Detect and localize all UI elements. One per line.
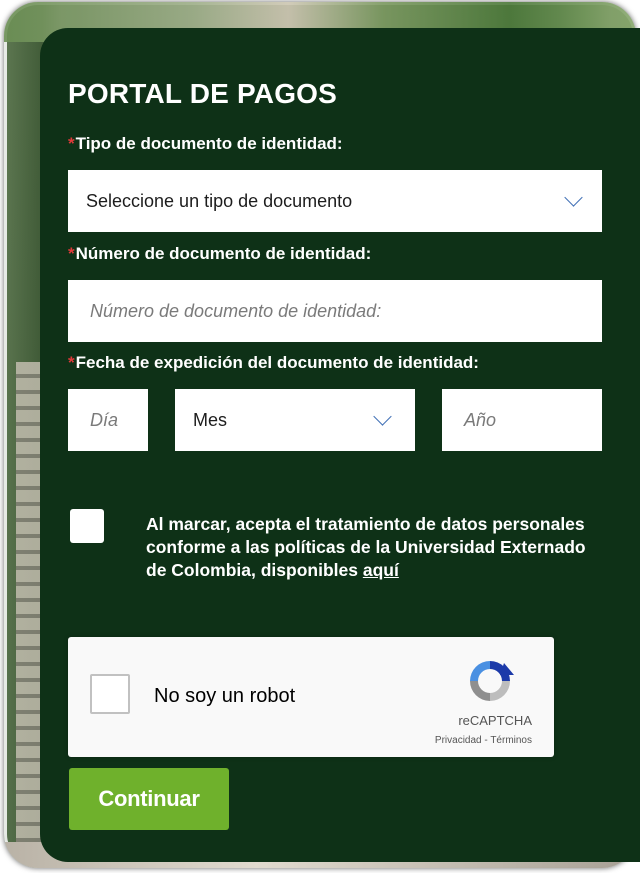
required-mark: * bbox=[68, 353, 75, 372]
consent-link[interactable]: aquí bbox=[363, 560, 399, 580]
doc-number-placeholder: Número de documento de identidad: bbox=[90, 300, 382, 321]
doc-type-label-text: Tipo de documento de identidad: bbox=[75, 134, 343, 153]
issue-date-label-text: Fecha de expedición del documento de ide… bbox=[75, 353, 479, 372]
required-mark: * bbox=[68, 244, 75, 263]
continue-button[interactable]: Continuar bbox=[69, 768, 229, 830]
doc-type-selected: Seleccione un tipo de documento bbox=[86, 190, 353, 211]
month-selected: Mes bbox=[193, 409, 228, 430]
recaptcha-brand: reCAPTCHA bbox=[458, 713, 532, 728]
day-input[interactable]: Día bbox=[68, 389, 148, 451]
recaptcha-widget: No soy un robot reCAPTCHA Privacidad - T… bbox=[68, 637, 554, 757]
doc-number-input[interactable]: Número de documento de identidad: bbox=[68, 280, 602, 342]
page-title: PORTAL DE PAGOS bbox=[68, 78, 338, 109]
issue-date-label: *Fecha de expedición del documento de id… bbox=[68, 353, 479, 373]
chevron-down-icon bbox=[373, 407, 392, 426]
doc-type-label: *Tipo de documento de identidad: bbox=[68, 134, 343, 154]
required-mark: * bbox=[68, 134, 75, 153]
chevron-down-icon bbox=[564, 188, 583, 207]
month-select[interactable]: Mes bbox=[175, 389, 415, 451]
doc-number-label: *Número de documento de identidad: bbox=[68, 244, 371, 264]
year-input[interactable]: Año bbox=[442, 389, 602, 451]
recaptcha-label: No soy un robot bbox=[154, 685, 296, 707]
background-building-left bbox=[16, 362, 42, 842]
consent-checkbox[interactable] bbox=[70, 509, 104, 543]
recaptcha-logo-icon bbox=[470, 661, 514, 701]
year-placeholder: Año bbox=[464, 409, 497, 430]
day-placeholder: Día bbox=[90, 409, 119, 430]
doc-number-label-text: Número de documento de identidad: bbox=[75, 244, 372, 263]
doc-type-select[interactable]: Seleccione un tipo de documento bbox=[68, 170, 602, 232]
recaptcha-links[interactable]: Privacidad - Términos bbox=[435, 735, 532, 746]
recaptcha-checkbox[interactable] bbox=[90, 674, 130, 714]
consent-text: Al marcar, acepta el tratamiento de dato… bbox=[146, 513, 586, 582]
